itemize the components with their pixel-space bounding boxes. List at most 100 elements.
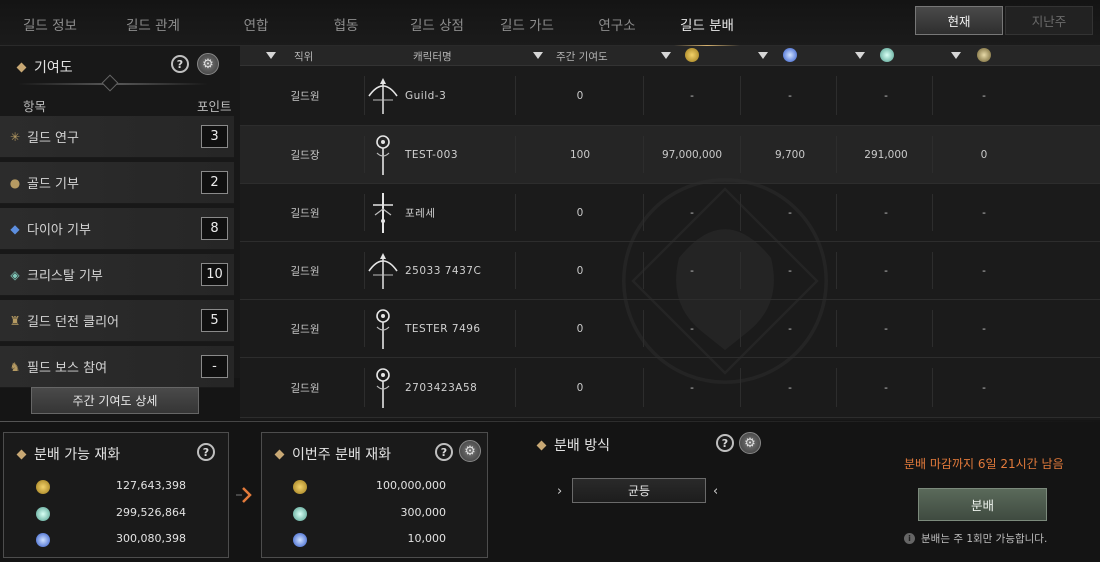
column-separator: [515, 76, 516, 115]
contribution-points: 3: [201, 125, 228, 148]
help-icon[interactable]: ?: [435, 443, 453, 461]
diamond-share: -: [788, 323, 792, 335]
tab-guild-info[interactable]: 길드 정보: [23, 14, 77, 34]
contribution-row: ♞ 필드 보스 참여 -: [0, 346, 234, 388]
this-week-diamond-amount: 10,000: [407, 532, 447, 545]
column-header-points: 포인트: [197, 99, 232, 114]
table-header: 직위 캐릭터명 주간 기여도: [240, 46, 1100, 66]
gold-share: -: [690, 323, 694, 335]
sort-chevron-icon[interactable]: [951, 52, 961, 59]
column-separator: [836, 194, 837, 231]
sort-chevron-icon[interactable]: [661, 52, 671, 59]
gear-icon[interactable]: ⚙: [739, 432, 761, 454]
help-icon[interactable]: ?: [171, 55, 189, 73]
header-rank: 직위: [294, 51, 314, 63]
distribute-button[interactable]: 분배: [918, 488, 1047, 521]
sort-chevron-icon[interactable]: [266, 52, 276, 59]
deadline-text: 분배 마감까지 6일 21시간 남음: [904, 457, 1064, 471]
table-row[interactable]: 길드장 TEST-003 100 97,000,000 9,700 291,000 0: [240, 126, 1100, 184]
gold-coin-icon: ●: [9, 175, 21, 190]
diamond-share: -: [788, 265, 792, 277]
help-icon[interactable]: ?: [197, 443, 215, 461]
column-separator: [515, 310, 516, 347]
character-name: 25033 7437C: [405, 265, 482, 277]
available-diamond-amount: 300,080,398: [116, 532, 186, 545]
member-rank: 길드원: [290, 382, 320, 395]
crystal-icon: [880, 48, 894, 62]
last-week-button[interactable]: 지난주: [1005, 6, 1093, 35]
weekly-contribution: 0: [576, 90, 584, 102]
weekly-contribution-detail-button[interactable]: 주간 기여도 상세: [31, 387, 199, 414]
header-character-name: 캐릭터명: [413, 51, 452, 63]
info-icon: i: [904, 533, 915, 544]
method-title-text: 분배 방식: [554, 438, 610, 454]
table-row[interactable]: 길드원 25033 7437C 0 - - - -: [240, 242, 1100, 300]
contribution-label: 길드 던전 클리어: [27, 315, 119, 330]
staff-class-icon: [365, 366, 401, 410]
gold-coin-icon: [685, 48, 699, 62]
sort-chevron-icon[interactable]: [758, 52, 768, 59]
gold-share: 97,000,000: [661, 149, 723, 161]
column-separator: [643, 252, 644, 289]
distribution-note: i 분배는 주 1회만 가능합니다.: [904, 531, 1047, 546]
transfer-arrow-icon: [236, 487, 252, 503]
tab-guild-guard[interactable]: 길드 가드: [500, 14, 554, 34]
crystal-icon: [293, 507, 307, 521]
gold-share: -: [690, 207, 694, 219]
crystal-share: -: [884, 207, 888, 219]
crystal-share: 291,000: [864, 149, 908, 161]
column-separator: [740, 76, 741, 115]
column-separator: [836, 252, 837, 289]
column-separator: [515, 252, 516, 289]
guild-coin-share: 0: [980, 149, 988, 161]
contribution-row: ✳ 길드 연구 3: [0, 116, 234, 158]
gear-icon[interactable]: ⚙: [459, 440, 481, 462]
dungeon-icon: ♜: [9, 313, 21, 328]
tab-cooperation[interactable]: 협동: [334, 14, 359, 34]
help-icon[interactable]: ?: [716, 434, 734, 452]
column-separator: [515, 368, 516, 407]
sort-chevron-icon[interactable]: [855, 52, 865, 59]
tab-alliance[interactable]: 연합: [244, 14, 269, 34]
contribution-label: 길드 연구: [27, 131, 79, 146]
sort-chevron-icon[interactable]: [533, 52, 543, 59]
distribution-method-selector[interactable]: 균등: [572, 478, 706, 503]
contribution-label: 다이아 기부: [27, 223, 91, 238]
table-row[interactable]: 길드원 TESTER 7496 0 - - - -: [240, 300, 1100, 358]
diamond-share: 9,700: [774, 149, 806, 161]
tab-laboratory[interactable]: 연구소: [598, 14, 635, 34]
staff-class-icon: [365, 133, 401, 177]
method-next-chevron-icon[interactable]: ‹: [713, 484, 718, 499]
contribution-label: 크리스탈 기부: [27, 269, 103, 284]
guild-coin-share: -: [982, 265, 986, 277]
contribution-label: 필드 보스 참여: [27, 361, 108, 376]
column-separator: [932, 136, 933, 173]
column-separator: [932, 368, 933, 407]
table-row[interactable]: 길드원 Guild-3 0 - - - -: [240, 66, 1100, 126]
column-separator: [740, 136, 741, 173]
column-separator: [932, 310, 933, 347]
gold-coin-icon: [36, 480, 50, 494]
top-navigation: 길드 정보 길드 관계 연합 협동 길드 상점 길드 가드 연구소 길드 분배 …: [0, 0, 1100, 47]
guild-coin-share: -: [982, 323, 986, 335]
available-crystal-amount: 299,526,864: [116, 506, 186, 519]
gold-share: -: [690, 90, 694, 102]
method-prev-chevron-icon[interactable]: ›: [557, 484, 562, 499]
bow-class-icon: [365, 249, 401, 293]
character-name: TEST-003: [405, 149, 458, 161]
tab-guild-distribution[interactable]: 길드 분배: [674, 14, 740, 47]
tab-guild-shop[interactable]: 길드 상점: [410, 14, 464, 34]
crystal-share: -: [884, 382, 888, 394]
contribution-points: 5: [201, 309, 228, 332]
table-row[interactable]: 길드원 2703423A58 0 - - - -: [240, 358, 1100, 418]
current-week-button[interactable]: 현재: [915, 6, 1003, 35]
column-separator: [932, 76, 933, 115]
gear-icon[interactable]: ⚙: [197, 53, 219, 75]
column-separator: [643, 368, 644, 407]
tab-guild-relations[interactable]: 길드 관계: [126, 14, 180, 34]
table-row[interactable]: 길드원 포레세 0 - - - -: [240, 184, 1100, 242]
column-header-item: 항목: [23, 99, 47, 114]
contribution-title-text: 기여도: [34, 60, 73, 76]
diamond-bullet-icon: [16, 62, 27, 72]
diamond-share: -: [788, 207, 792, 219]
